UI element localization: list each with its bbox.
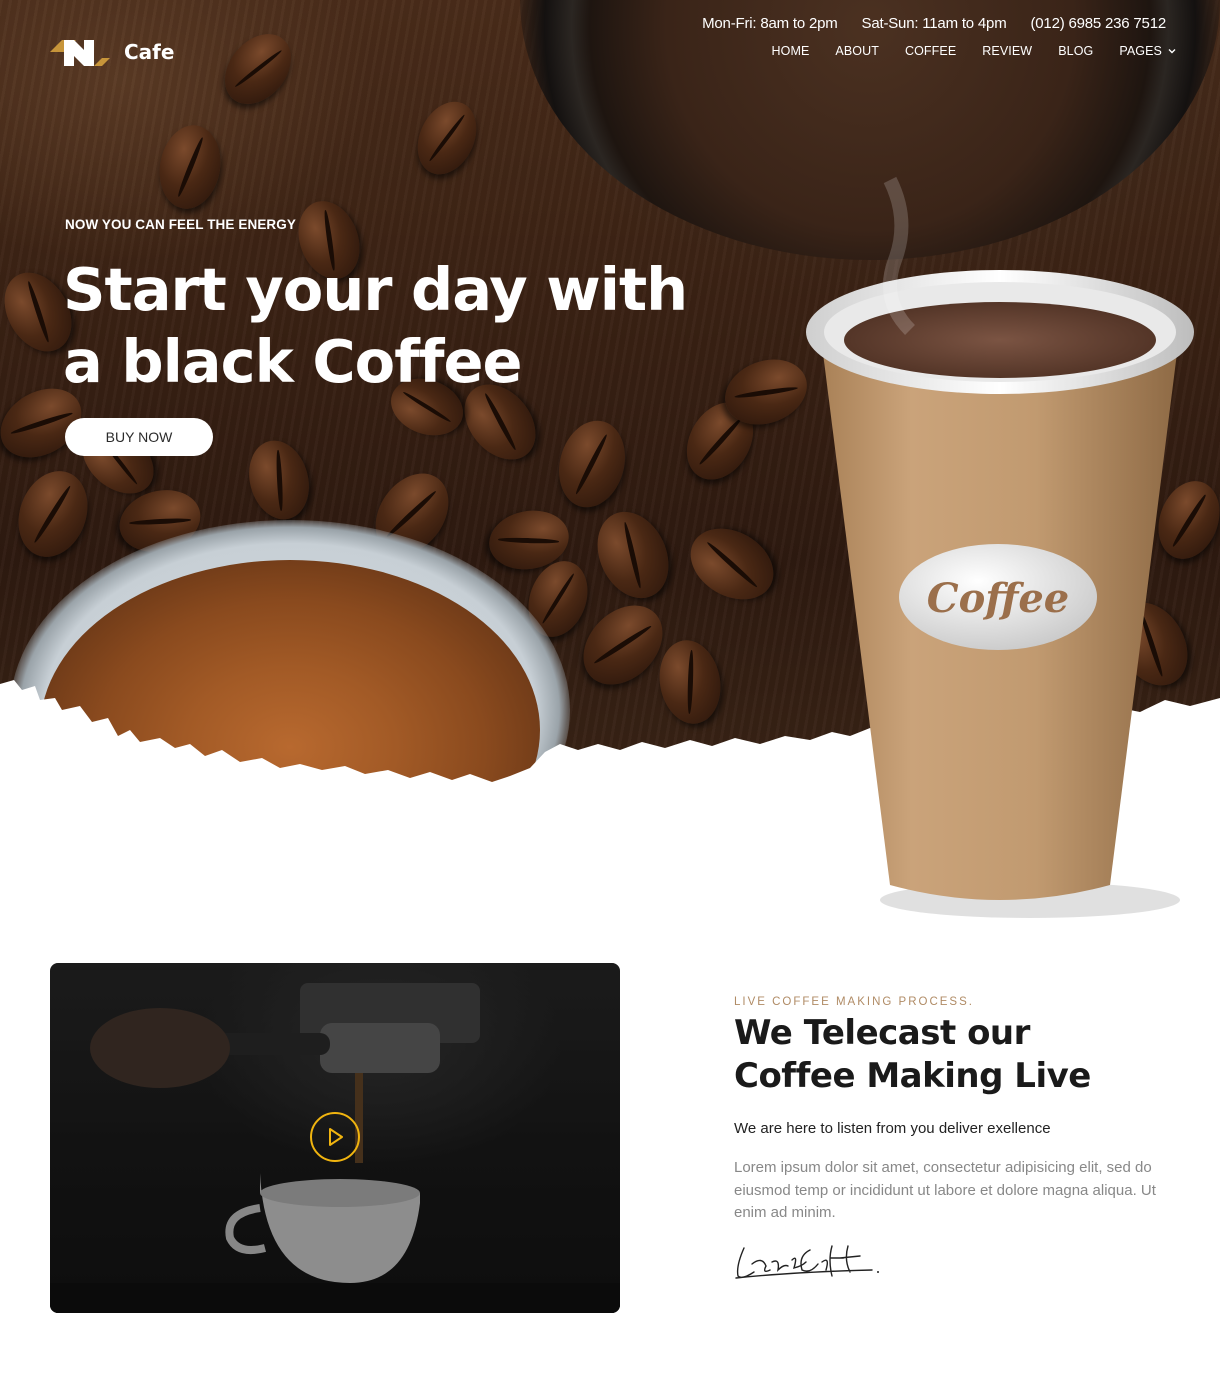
nav-pages-label: PAGES — [1119, 44, 1162, 58]
nav-coffee[interactable]: COFFEE — [905, 44, 956, 58]
nav-review[interactable]: REVIEW — [982, 44, 1032, 58]
section-title-line-2: Coffee Making Live — [734, 1056, 1091, 1096]
nav-pages[interactable]: PAGES — [1119, 44, 1176, 58]
section-title-line-1: We Telecast our — [734, 1013, 1030, 1053]
hero-title-line-2: a black Coffee — [63, 327, 523, 396]
topbar: Mon-Fri: 8am to 2pm Sat-Sun: 11am to 4pm… — [702, 15, 1166, 32]
nav-blog[interactable]: BLOG — [1058, 44, 1093, 58]
phone-number[interactable]: (012) 6985 236 7512 — [1031, 15, 1167, 32]
signature — [735, 1245, 879, 1279]
cup-label-text: Coffee — [927, 575, 1070, 622]
play-button[interactable] — [310, 1112, 360, 1162]
play-icon — [329, 1128, 343, 1146]
chevron-down-icon — [1168, 49, 1176, 54]
section-title: We Telecast our Coffee Making Live — [734, 1012, 1174, 1098]
hero-title-line-1: Start your day with — [63, 255, 688, 324]
buy-now-button[interactable]: BUY NOW — [65, 418, 213, 456]
paper-coffee-cup: Coffee — [806, 176, 1194, 918]
nav-about[interactable]: ABOUT — [835, 44, 879, 58]
main-nav: HOME ABOUT COFFEE REVIEW BLOG PAGES — [772, 44, 1176, 58]
weekday-hours: Mon-Fri: 8am to 2pm — [702, 15, 838, 32]
logo-icon — [50, 40, 110, 66]
section-tagline: We are here to listen from you deliver e… — [734, 1120, 1051, 1137]
weekend-hours: Sat-Sun: 11am to 4pm — [861, 15, 1007, 32]
section-description: Lorem ipsum dolor sit amet, consectetur … — [734, 1159, 1156, 1221]
video-thumbnail[interactable] — [50, 963, 620, 1313]
hero-title: Start your day with a black Coffee — [63, 254, 703, 398]
nav-home[interactable]: HOME — [772, 44, 810, 58]
brand[interactable]: Cafe — [50, 36, 174, 68]
section-label: LIVE COFFEE MAKING PROCESS. — [734, 996, 974, 1008]
hero-eyebrow: NOW YOU CAN FEEL THE ENERGY — [65, 217, 296, 232]
brand-name: Cafe — [124, 40, 175, 64]
